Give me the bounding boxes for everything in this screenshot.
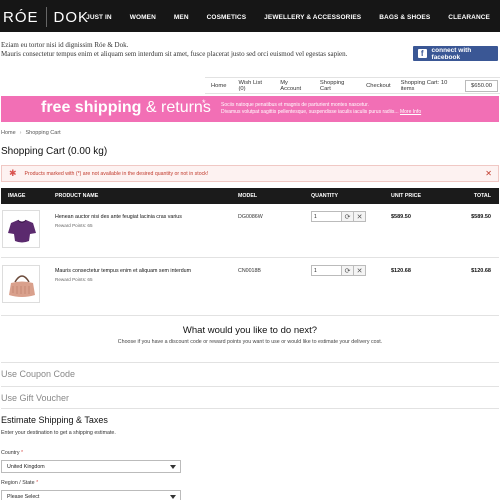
estimate-shipping-heading: Estimate Shipping & Taxes <box>1 415 108 425</box>
col-product-name: PRODUCT NAME <box>55 193 99 199</box>
refresh-icon[interactable]: ⟳ <box>342 265 354 276</box>
cart-summary[interactable]: Shopping Cart: 10 items <box>397 80 463 92</box>
facebook-connect-label: connect with facebook <box>431 46 472 61</box>
region-select[interactable]: Please Select <box>1 490 181 500</box>
banner-asterisk: * <box>202 98 206 108</box>
page-title: Shopping Cart (0.00 kg) <box>1 146 108 157</box>
table-row: Mauris consectetur tempus enim et aliqua… <box>1 258 499 316</box>
use-coupon-code-toggle[interactable]: Use Coupon Code <box>1 362 499 384</box>
col-image: IMAGE <box>8 193 26 199</box>
nav-just-in[interactable]: JUST IN <box>68 14 112 21</box>
region-label-text: Region / State <box>1 480 35 486</box>
quantity-input[interactable]: 1 <box>311 265 342 276</box>
estimate-shipping-text: Enter your destination to get a shipping… <box>1 430 116 436</box>
unit-price: $120.68 <box>391 268 411 274</box>
asterisk-icon: ✱ <box>9 168 17 178</box>
table-row: Henean auctor nisi des ante feugiat laci… <box>1 204 499 258</box>
remove-icon[interactable]: ✕ <box>354 211 366 222</box>
remove-icon[interactable]: ✕ <box>354 265 366 276</box>
stock-warning-alert: ✱ Products marked with (*) are not avail… <box>1 165 499 182</box>
cart-table-header: IMAGE PRODUCT NAME MODEL QUANTITY UNIT P… <box>1 188 499 204</box>
close-icon[interactable]: ✕ <box>485 169 492 178</box>
link-wishlist[interactable]: Wish List (0) <box>232 80 274 92</box>
col-quantity: QUANTITY <box>311 193 339 199</box>
next-steps-heading: What would you like to do next? <box>182 325 318 336</box>
country-label: Country * <box>1 450 23 456</box>
use-gift-voucher-toggle[interactable]: Use Gift Voucher <box>1 386 499 408</box>
country-select[interactable]: United Kingdom <box>1 460 181 473</box>
product-name-link[interactable]: Henean auctor nisi des ante feugiat laci… <box>55 214 182 220</box>
link-my-account[interactable]: My Account <box>274 80 314 92</box>
link-checkout[interactable]: Checkout <box>360 83 397 89</box>
account-links: Home Wish List (0) My Account Shopping C… <box>205 77 500 94</box>
quantity-input[interactable]: 1 <box>311 211 342 222</box>
chevron-down-icon <box>170 495 176 499</box>
nav-women[interactable]: WOMEN <box>112 14 156 21</box>
welcome-line-2: Mauris consectetur tempus enim et aliqua… <box>1 50 348 58</box>
breadcrumb: Home › Shopping Cart <box>1 130 61 136</box>
col-model: MODEL <box>238 193 258 199</box>
welcome-line-1: Eziam eu tortor nisi id dignissim Róe & … <box>1 41 129 49</box>
breadcrumb-home[interactable]: Home <box>1 130 16 136</box>
link-shopping-cart[interactable]: Shopping Cart <box>314 80 360 92</box>
banner-more-info-link[interactable]: More Info <box>400 109 421 115</box>
required-marker: * <box>36 480 39 486</box>
logo-divider <box>45 7 47 27</box>
nav-men[interactable]: MEN <box>156 14 189 21</box>
next-steps-text: Choose if you have a discount code or re… <box>117 339 383 345</box>
nav-cosmetics[interactable]: COSMETICS <box>189 14 247 21</box>
top-nav-bar: RÓE DOK JUST IN WOMEN MEN COSMETICS JEWE… <box>0 0 500 32</box>
breadcrumb-separator: › <box>19 130 22 136</box>
facebook-icon: f <box>418 49 427 58</box>
region-select-value: Please Select <box>7 494 40 500</box>
banner-headline-bold: free shipping <box>41 99 142 116</box>
col-unit-price: UNIT PRICE <box>391 193 422 199</box>
nav-bags-shoes[interactable]: BAGS & SHOES <box>361 14 430 21</box>
product-model: CN0018B <box>238 268 261 274</box>
banner-details: Sociis natoque penatibus et magnis de pa… <box>221 102 491 116</box>
chevron-down-icon <box>170 465 176 469</box>
banner-line-1: Sociis natoque penatibus et magnis de pa… <box>221 102 369 108</box>
main-nav: JUST IN WOMEN MEN COSMETICS JEWELLERY & … <box>68 14 490 21</box>
banner-headline: free shipping & returns <box>41 98 211 118</box>
unit-price: $589.50 <box>391 214 411 220</box>
country-label-text: Country <box>1 450 20 456</box>
link-home[interactable]: Home <box>205 83 232 89</box>
quantity-control: 1 ⟳ ✕ <box>311 265 371 276</box>
country-select-value: United Kingdom <box>7 464 45 470</box>
reward-points: Reward Points: 65 <box>55 223 93 228</box>
nav-jewellery[interactable]: JEWELLERY & ACCESSORIES <box>246 14 361 21</box>
total-price: $120.68 <box>471 268 491 274</box>
refresh-icon[interactable]: ⟳ <box>342 211 354 222</box>
logo-left: RÓE <box>3 8 39 26</box>
cart-price[interactable]: $650.00 <box>465 79 498 92</box>
region-label: Region / State * <box>1 480 38 486</box>
product-model: DG0086W <box>238 214 263 220</box>
banner-headline-rest: & returns <box>141 99 211 116</box>
welcome-text: Eziam eu tortor nisi id dignissim Róe & … <box>1 41 347 59</box>
col-total: TOTAL <box>473 193 491 199</box>
required-marker: * <box>21 450 24 456</box>
pink-handbag-image[interactable] <box>2 265 40 303</box>
facebook-connect-button[interactable]: f connect with facebook <box>413 46 498 61</box>
warning-text: Products marked with (*) are not availab… <box>24 170 209 177</box>
nav-clearance[interactable]: CLEARANCE <box>430 14 490 21</box>
quantity-control: 1 ⟳ ✕ <box>311 211 371 222</box>
total-price: $589.50 <box>471 214 491 220</box>
divider <box>1 408 499 409</box>
breadcrumb-current[interactable]: Shopping Cart <box>26 130 61 136</box>
purple-top-image[interactable] <box>2 210 40 248</box>
reward-points: Reward Points: 65 <box>55 277 93 282</box>
promo-banner[interactable]: free shipping & returns * Sociis natoque… <box>1 96 499 122</box>
product-name-link[interactable]: Mauris consectetur tempus enim et aliqua… <box>55 268 191 274</box>
banner-line-2: Divamus volutpat sagittis pellentesque, … <box>221 109 399 115</box>
